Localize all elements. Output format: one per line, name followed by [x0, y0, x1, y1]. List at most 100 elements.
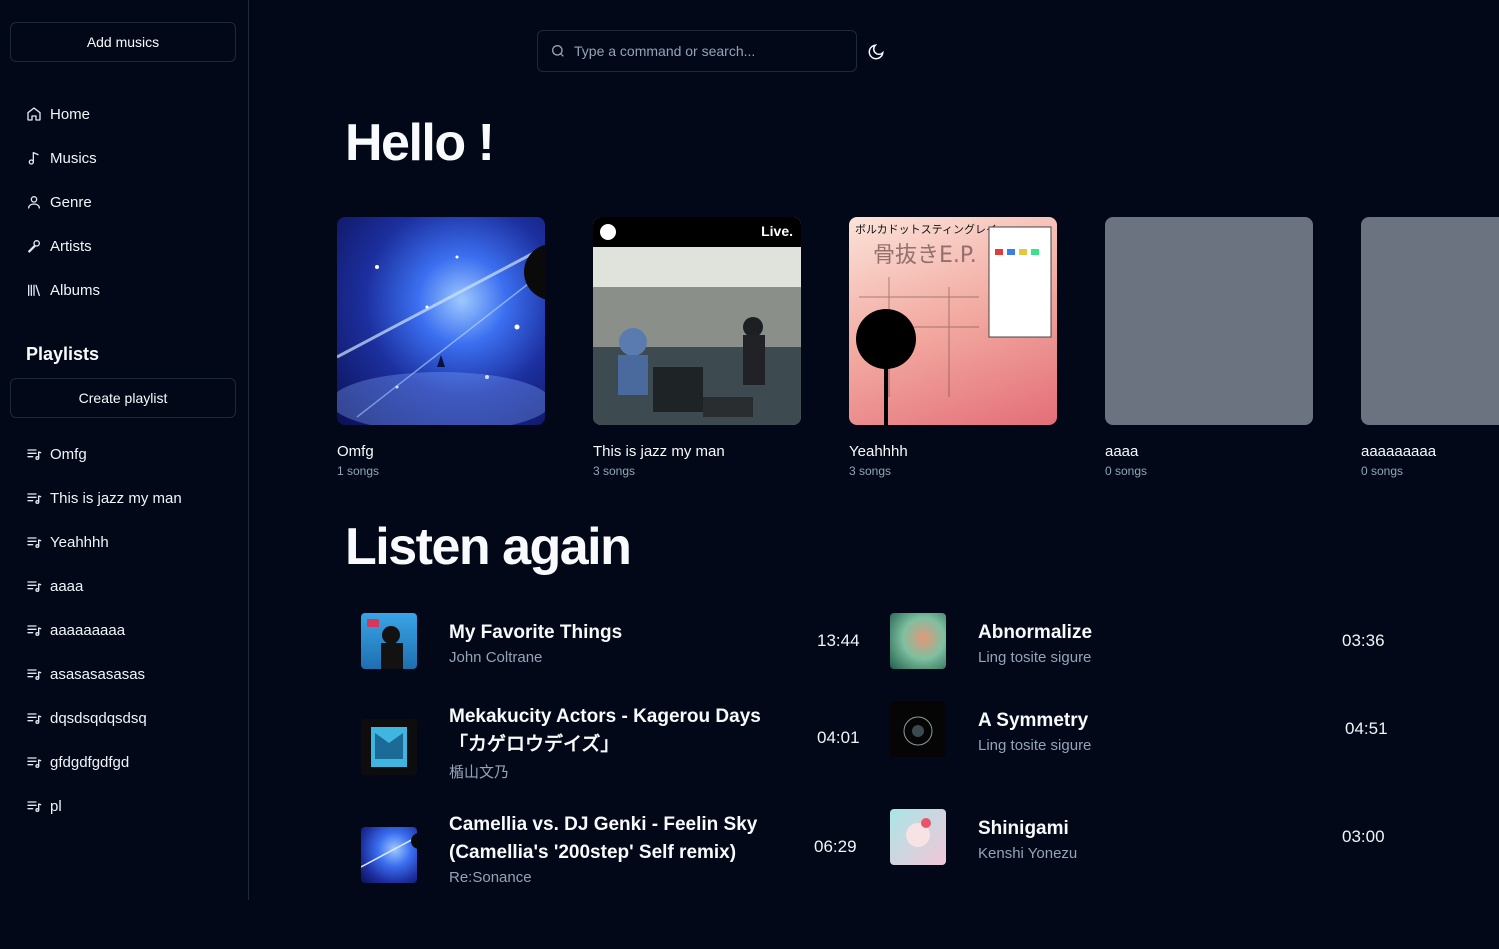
playlist-music-icon	[26, 446, 42, 462]
music-note-icon	[26, 150, 42, 166]
playlist-music-icon	[26, 798, 42, 814]
create-playlist-button[interactable]: Create playlist	[10, 378, 236, 418]
sidebar-playlist-item[interactable]: dqsdsqdqsdsq	[26, 708, 147, 728]
track-artist: Ling tosite sigure	[978, 737, 1092, 754]
playlist-card[interactable]: Live. This is jazz my man 3 songs	[593, 217, 801, 478]
microphone-icon	[26, 238, 42, 254]
command-search[interactable]	[537, 30, 857, 72]
track-duration: 13:44	[817, 631, 860, 650]
track-duration: 03:36	[1342, 631, 1385, 650]
sidebar-playlist-item[interactable]: This is jazz my man	[26, 488, 182, 508]
sidebar-playlist-item[interactable]: Yeahhhh	[26, 532, 109, 552]
library-icon	[26, 282, 42, 298]
playlist-card-count: 0 songs	[1361, 464, 1404, 478]
sidebar-playlist-item[interactable]: pl	[26, 796, 62, 816]
spotify-icon	[600, 224, 616, 240]
playlist-music-icon	[26, 666, 42, 682]
track-thumbnail	[890, 701, 946, 757]
track-row[interactable]: Mekakucity Actors - Kagerou Days「カゲロウデイズ…	[361, 703, 861, 783]
home-icon	[26, 106, 42, 122]
sidebar-item-home[interactable]: Home	[26, 104, 90, 124]
track-thumbnail	[361, 827, 417, 883]
sidebar-playlist-label: Yeahhhh	[50, 533, 109, 551]
user-icon	[26, 194, 42, 210]
playlist-music-icon	[26, 534, 42, 550]
track-artist: Re:Sonance	[449, 869, 532, 886]
svg-text:ボルカドットスティングレイ: ボルカドットスティングレイ	[855, 222, 997, 236]
track-title: Shinigami	[978, 818, 1069, 839]
track-duration: 04:01	[817, 728, 860, 747]
track-title: A Symmetry	[978, 710, 1089, 731]
playlist-cover: Live.	[593, 217, 801, 425]
playlist-card-name: aaaaaaaaa	[1361, 443, 1437, 460]
sidebar-playlist-label: This is jazz my man	[50, 489, 182, 507]
track-title: Abnormalize	[978, 622, 1093, 643]
playlist-card[interactable]: aaaaaaaaa 0 songs	[1361, 217, 1499, 478]
theme-toggle-button[interactable]	[864, 40, 888, 64]
track-row[interactable]: Camellia vs. DJ Genki - Feelin Sky (Came…	[361, 811, 861, 891]
track-duration: 03:00	[1342, 827, 1385, 846]
sidebar-playlist-label: asasasasasas	[50, 665, 146, 683]
track-title: My Favorite Things	[449, 622, 623, 643]
track-artist: John Coltrane	[449, 649, 543, 666]
sidebar-playlist-item[interactable]: Omfg	[26, 444, 87, 464]
playlist-music-icon	[26, 622, 42, 638]
sidebar-item-label: Artists	[50, 237, 92, 255]
playlist-card-name: This is jazz my man	[593, 443, 725, 460]
playlist-card[interactable]: ボルカドットスティングレイ 骨抜きE.P. Yeahhhh 3 songs	[849, 217, 1057, 478]
playlists-heading: Playlists	[26, 344, 100, 364]
sidebar-item-genre[interactable]: Genre	[26, 192, 92, 212]
track-row[interactable]: Abnormalize Ling tosite sigure 03:36	[890, 613, 1390, 669]
add-musics-button[interactable]: Add musics	[10, 22, 236, 62]
track-row[interactable]: My Favorite Things John Coltrane 13:44	[361, 613, 861, 669]
track-row[interactable]: A Symmetry Ling tosite sigure 04:51	[890, 701, 1390, 757]
sidebar-item-albums[interactable]: Albums	[26, 280, 100, 300]
search-input[interactable]	[574, 43, 844, 59]
playlist-card-count: 3 songs	[849, 464, 892, 478]
playlist-music-icon	[26, 754, 42, 770]
playlist-card[interactable]: aaaa 0 songs	[1105, 217, 1313, 478]
track-title: Camellia vs. DJ Genki - Feelin Sky (Came…	[449, 814, 758, 863]
sidebar-playlist-item[interactable]: gfdgdfgdfgd	[26, 752, 129, 772]
track-artist: 楯山文乃	[449, 764, 510, 781]
playlist-music-icon	[26, 710, 42, 726]
sidebar-item-musics[interactable]: Musics	[26, 148, 97, 168]
track-row[interactable]: Shinigami Kenshi Yonezu 03:00	[890, 809, 1390, 865]
playlist-cover	[337, 217, 545, 425]
playlist-cover: ボルカドットスティングレイ 骨抜きE.P.	[849, 217, 1057, 425]
sidebar-playlist-item[interactable]: aaaaaaaaa	[26, 620, 125, 640]
sidebar-playlist-label: pl	[50, 797, 62, 815]
playlist-music-icon	[26, 490, 42, 506]
cover-badge: Live.	[761, 223, 793, 239]
search-icon	[552, 45, 564, 57]
sidebar-playlist-label: gfdgdfgdfgd	[50, 753, 130, 771]
sidebar-item-label: Musics	[50, 149, 97, 167]
sidebar-playlist-label: Omfg	[50, 445, 87, 463]
track-thumbnail	[361, 613, 417, 669]
track-thumbnail	[890, 809, 946, 865]
sidebar-playlist-label: aaaaaaaaa	[50, 621, 126, 639]
playlist-card-name: aaaa	[1105, 443, 1139, 460]
sidebar-playlist-item[interactable]: aaaa	[26, 576, 83, 596]
sidebar-item-label: Home	[50, 105, 91, 123]
playlist-cover-placeholder	[1361, 217, 1499, 425]
svg-text:骨抜きE.P.: 骨抜きE.P.	[873, 243, 977, 268]
playlist-card-count: 0 songs	[1105, 464, 1148, 478]
track-duration: 04:51	[1345, 719, 1388, 738]
playlist-card-count: 1 songs	[337, 464, 380, 478]
track-artist: Ling tosite sigure	[978, 649, 1092, 666]
track-thumbnail	[890, 613, 946, 669]
playlist-cover-placeholder	[1105, 217, 1313, 425]
playlist-music-icon	[26, 578, 42, 594]
sidebar-item-artists[interactable]: Artists	[26, 236, 92, 256]
playlist-card-count: 3 songs	[593, 464, 636, 478]
sidebar-item-label: Genre	[50, 193, 92, 211]
listen-again-heading: Listen again	[345, 518, 632, 576]
sidebar-playlist-item[interactable]: asasasasasas	[26, 664, 145, 684]
sidebar-playlist-label: aaaa	[50, 577, 84, 595]
playlist-card[interactable]: Omfg 1 songs	[337, 217, 545, 478]
track-thumbnail	[361, 718, 417, 775]
playlist-card-name: Yeahhhh	[849, 443, 908, 460]
sidebar-playlist-label: dqsdsqdqsdsq	[50, 709, 147, 727]
sidebar: Add musics Home Musics Genre Artists Alb…	[0, 0, 249, 900]
